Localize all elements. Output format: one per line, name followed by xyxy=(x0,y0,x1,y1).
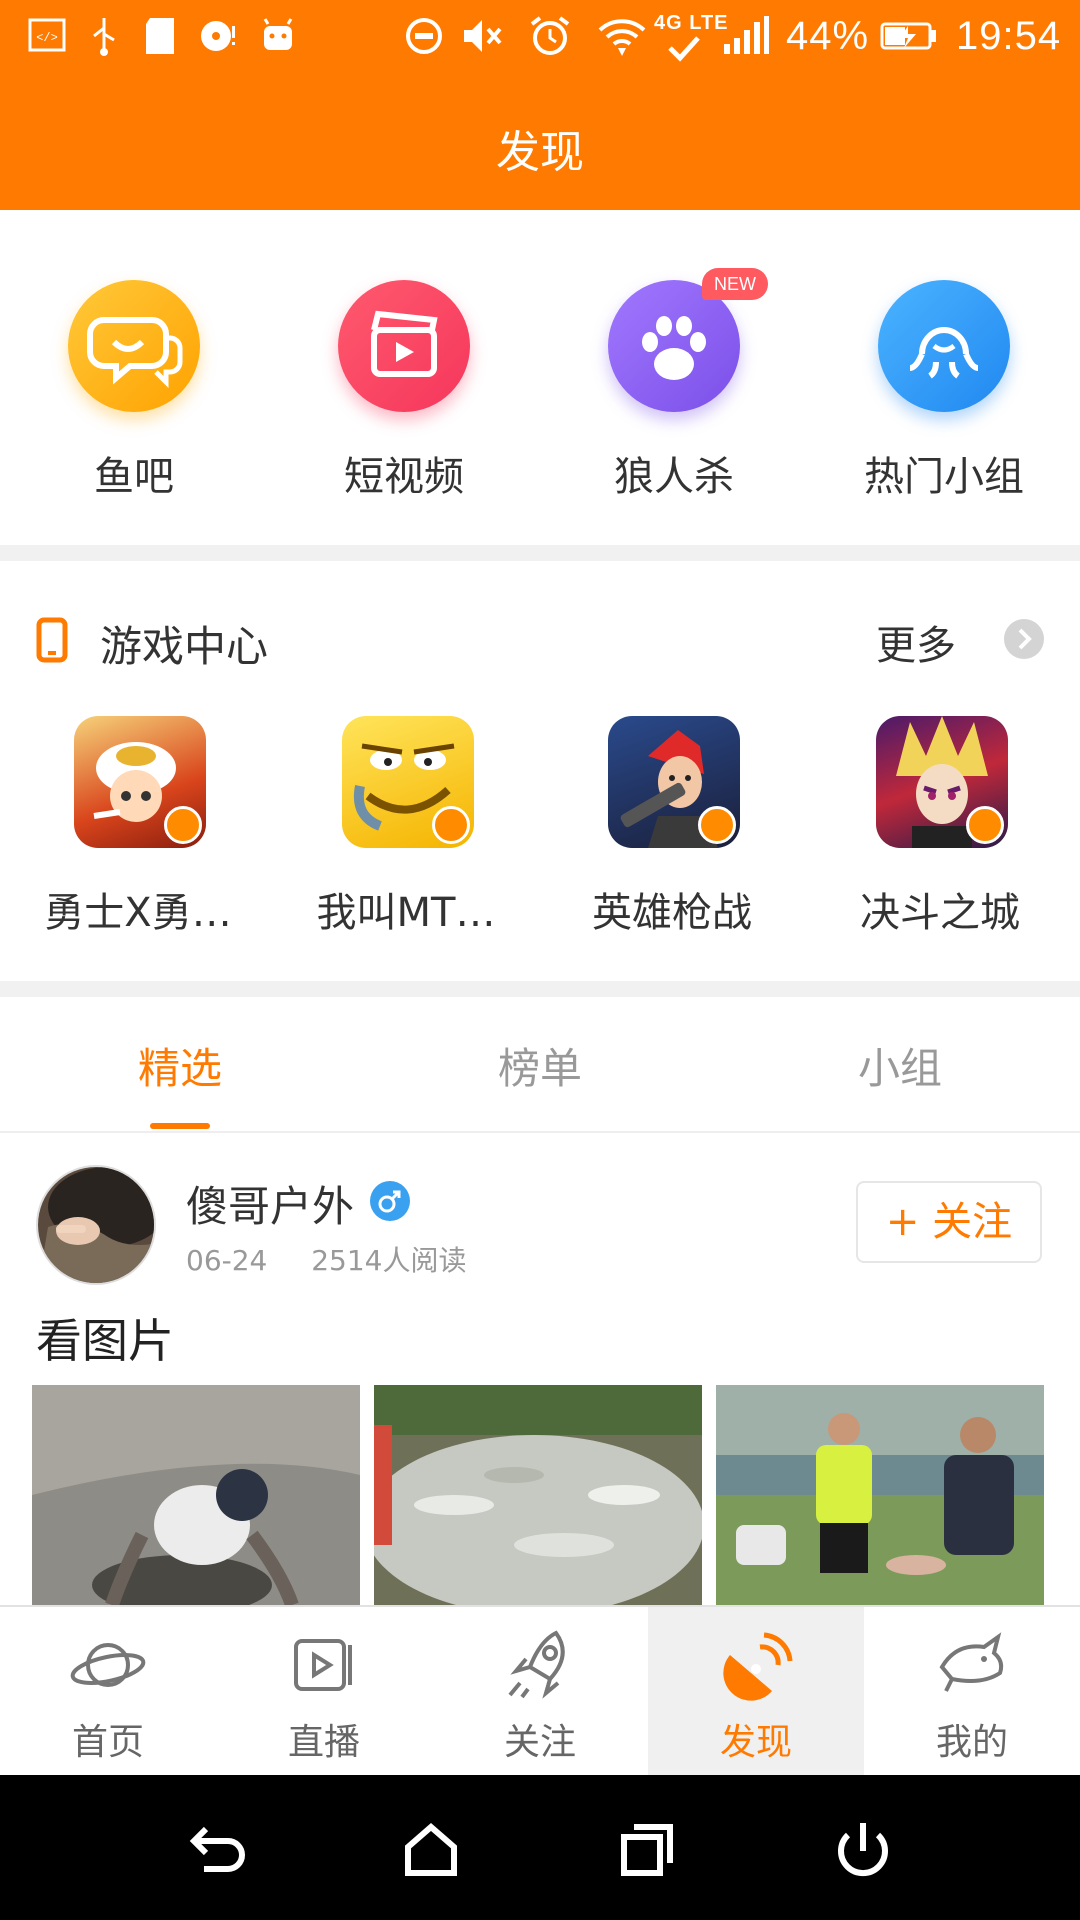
status-bar: </> 4G LTE 44% 19:54 xyxy=(0,0,1080,80)
system-nav-bar xyxy=(0,1775,1080,1920)
live-tv-icon xyxy=(294,1639,352,1691)
game-center-section: 游戏中心 更多 勇士X勇… 我叫MT… 英雄枪战 决斗之城 xyxy=(0,561,1080,981)
nav-label: 发现 xyxy=(719,1722,792,1763)
game-name: 我叫MT… xyxy=(316,890,496,936)
quick-entry-yuba[interactable]: 鱼吧 xyxy=(34,268,234,508)
post-image[interactable] xyxy=(32,1385,360,1605)
game-item[interactable]: 我叫MT… xyxy=(296,716,516,956)
more-link[interactable]: 更多 xyxy=(876,613,956,671)
game-item[interactable]: 勇士X勇… xyxy=(28,716,248,956)
quick-entry-label: 狼人杀 xyxy=(614,454,734,500)
mt-game-icon xyxy=(342,716,474,848)
usb-icon xyxy=(93,18,115,56)
page-title: 发现 xyxy=(496,127,584,178)
signal-icon xyxy=(724,16,769,54)
discover-satellite-icon xyxy=(723,1632,793,1701)
douyu-logo-icon xyxy=(966,806,1004,844)
post-date: 06-24 xyxy=(186,1244,268,1277)
lte-icon xyxy=(668,36,700,62)
nav-item-live[interactable]: 直播 xyxy=(216,1607,432,1777)
game-item[interactable]: 英雄枪战 xyxy=(562,716,782,956)
alarm-icon xyxy=(530,16,570,55)
author-name[interactable]: 傻哥户外 xyxy=(186,1173,354,1234)
feed-post[interactable]: 傻哥户外 06-24 2514人阅读 + 关注 看图片 xyxy=(0,1135,1080,1605)
nav-item-profile[interactable]: 我的 xyxy=(864,1607,1080,1777)
app-header: 发现 xyxy=(0,80,1080,210)
chat-bubbles-icon xyxy=(68,280,200,412)
nav-item-following[interactable]: 关注 xyxy=(432,1607,648,1777)
bottom-nav: 首页 直播 关注 发现 我的 xyxy=(0,1605,1080,1777)
douyu-logo-icon xyxy=(164,806,202,844)
tab-groups[interactable]: 小组 xyxy=(800,1035,1000,1096)
gunfight-game-icon xyxy=(608,716,740,848)
disc-icon xyxy=(201,21,235,51)
tab-ranking[interactable]: 榜单 xyxy=(440,1035,640,1096)
home-icon[interactable] xyxy=(396,1815,466,1885)
rocket-icon xyxy=(508,1630,565,1699)
active-tab-indicator xyxy=(150,1123,210,1129)
do-not-disturb-icon xyxy=(406,18,442,54)
battery-percent: 44% xyxy=(786,14,870,58)
hero-game-icon xyxy=(74,716,206,848)
post-reads: 2514人阅读 xyxy=(311,1244,467,1277)
tab-featured[interactable]: 精选 xyxy=(80,1035,280,1096)
duel-game-icon xyxy=(876,716,1008,848)
section-title: 游戏中心 xyxy=(100,622,269,671)
section-divider xyxy=(0,545,1080,561)
android-icon xyxy=(263,18,293,50)
post-image[interactable] xyxy=(374,1385,702,1605)
nav-label: 直播 xyxy=(287,1722,360,1763)
feed-tabs: 精选 榜单 小组 xyxy=(0,997,1080,1133)
planet-icon xyxy=(70,1643,146,1687)
clock: 19:54 xyxy=(956,14,1062,58)
game-name: 英雄枪战 xyxy=(592,890,752,936)
follow-button[interactable]: + 关注 xyxy=(856,1181,1042,1263)
network-label: 4G LTE xyxy=(654,12,729,34)
quick-entry-label: 热门小组 xyxy=(864,454,1024,500)
nav-item-home[interactable]: 首页 xyxy=(0,1607,216,1777)
octopus-icon xyxy=(878,280,1010,412)
app-root: </> 4G LTE 44% 19:54 发现 鱼吧 短视频 NEW 狼人杀 热… xyxy=(0,0,1080,1920)
post-title[interactable]: 看图片 xyxy=(36,1305,174,1371)
quick-entry-label: 短视频 xyxy=(344,454,464,500)
phone-icon xyxy=(36,617,68,663)
profile-fish-icon xyxy=(939,1632,1004,1692)
nav-label: 首页 xyxy=(71,1722,144,1763)
game-name: 勇士X勇… xyxy=(44,890,232,936)
power-icon[interactable] xyxy=(828,1815,898,1885)
developer-icon: </> xyxy=(28,18,66,52)
douyu-logo-icon xyxy=(432,806,470,844)
sd-card-icon xyxy=(146,18,174,54)
battery-icon xyxy=(880,22,936,50)
mute-icon xyxy=(464,20,502,52)
svg-text:</>: </> xyxy=(36,31,58,45)
wifi-icon xyxy=(598,19,646,56)
game-item[interactable]: 决斗之城 xyxy=(830,716,1050,956)
section-divider xyxy=(0,981,1080,997)
nav-label: 我的 xyxy=(935,1722,1008,1763)
post-meta: 06-24 2514人阅读 xyxy=(186,1239,466,1279)
clapperboard-icon xyxy=(338,280,470,412)
back-icon[interactable] xyxy=(182,1815,252,1885)
avatar[interactable] xyxy=(36,1165,156,1285)
nav-label: 关注 xyxy=(503,1722,576,1763)
douyu-logo-icon xyxy=(698,806,736,844)
quick-entry-label: 鱼吧 xyxy=(94,454,174,500)
quick-entry-werewolf[interactable]: NEW 狼人杀 xyxy=(574,268,774,508)
quick-entries: 鱼吧 短视频 NEW 狼人杀 热门小组 xyxy=(0,210,1080,545)
quick-entry-short-video[interactable]: 短视频 xyxy=(304,268,504,508)
chevron-right-icon[interactable] xyxy=(1004,619,1044,659)
new-badge: NEW xyxy=(702,268,768,300)
recent-apps-icon[interactable] xyxy=(612,1815,682,1885)
game-name: 决斗之城 xyxy=(860,890,1020,936)
nav-item-discover[interactable]: 发现 xyxy=(648,1607,864,1777)
male-icon xyxy=(370,1181,410,1221)
quick-entry-hot-groups[interactable]: 热门小组 xyxy=(844,268,1044,508)
post-image[interactable] xyxy=(716,1385,1044,1605)
